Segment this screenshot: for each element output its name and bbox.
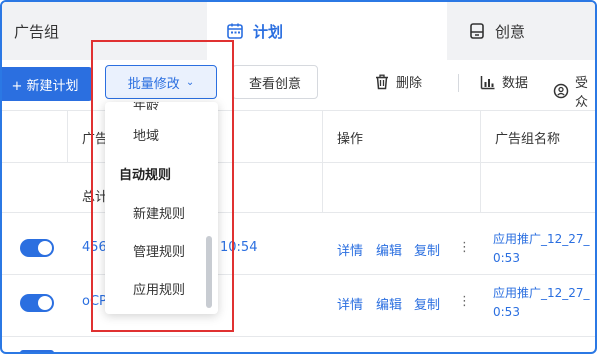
edit-link[interactable]: 编辑 [376, 294, 402, 313]
toolbar-divider [458, 74, 459, 92]
detail-link[interactable]: 详情 [337, 294, 363, 313]
tab-plan-label: 计划 [253, 22, 284, 41]
group-name-line: 0:53 [493, 305, 520, 319]
group-name-line: 应用推广_12_27_ [493, 232, 590, 246]
group-name-line: 应用推广_12_27_ [493, 286, 590, 300]
detail-link[interactable]: 详情 [337, 240, 363, 259]
new-plan-button[interactable]: + 新建计划 [2, 67, 92, 101]
tab-creative-label: 创意 [495, 22, 526, 41]
delete-label: 删除 [396, 76, 423, 91]
annotation-highlight-box [91, 40, 234, 332]
new-plan-label: + 新建计划 [11, 78, 79, 94]
group-name-link[interactable]: 应用推广_12_27_ 0:53 [493, 230, 590, 268]
data-button[interactable]: 数据 [480, 72, 528, 91]
delete-button[interactable]: 删除 [374, 72, 422, 91]
tab-creative[interactable]: 创意 [447, 2, 595, 60]
column-header-ops: 操作 [337, 132, 364, 147]
app-frame: 广告组 计划 创意 + 新建计划 批量修改 ⌄ 查看创意 删除 数据 受众 广告… [0, 0, 597, 354]
tab-ad-group-label: 广告组 [14, 22, 60, 41]
edit-link[interactable]: 编辑 [376, 240, 402, 259]
trash-icon [374, 74, 390, 90]
audience-label: 受众 [575, 76, 589, 110]
more-icon[interactable]: ⋮ [458, 240, 471, 255]
view-creative-label: 查看创意 [248, 76, 301, 92]
group-name-line: 0:53 [493, 251, 520, 265]
view-creative-button[interactable]: 查看创意 [232, 65, 318, 99]
audience-icon [553, 83, 569, 99]
calendar-icon [225, 21, 245, 41]
audience-button[interactable]: 受众 [553, 72, 595, 110]
column-header-group-name[interactable]: 广告组名称 [495, 128, 560, 147]
column-divider [67, 110, 68, 162]
creative-icon [467, 21, 487, 41]
status-toggle[interactable] [20, 350, 54, 352]
bar-chart-icon [480, 74, 496, 90]
data-label: 数据 [502, 76, 529, 91]
column-divider [480, 110, 481, 212]
tab-plan[interactable]: 计划 [207, 2, 447, 60]
copy-link[interactable]: 复制 [414, 240, 440, 259]
column-divider [322, 110, 323, 212]
copy-link[interactable]: 复制 [414, 294, 440, 313]
more-icon[interactable]: ⋮ [458, 294, 471, 309]
status-toggle[interactable] [20, 294, 54, 312]
table-border [2, 336, 595, 337]
group-name-link[interactable]: 应用推广_12_27_ 0:53 [493, 284, 590, 322]
status-toggle[interactable] [20, 239, 54, 257]
